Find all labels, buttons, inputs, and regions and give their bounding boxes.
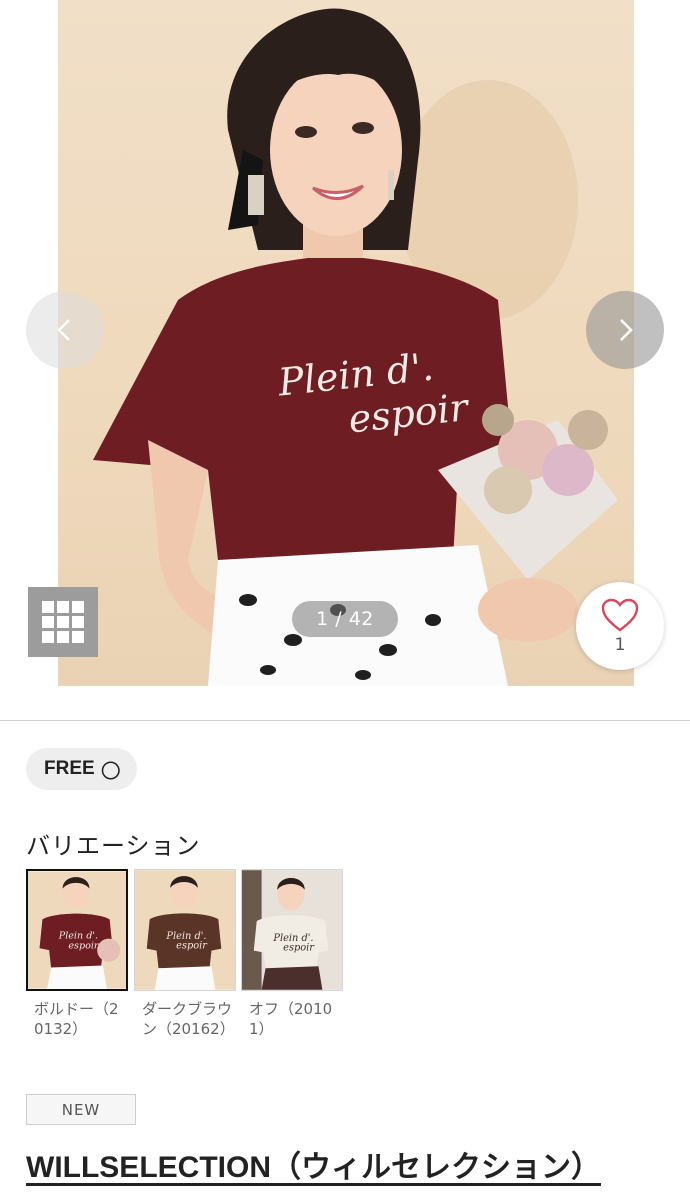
heart-icon [601,598,639,632]
size-option-chip[interactable]: FREE 〇 [26,748,137,790]
favorite-button[interactable]: 1 [576,582,664,670]
favorite-count: 1 [614,635,626,655]
variation-thumbnail: Plein d'. espoir [241,869,343,991]
grid-icon [42,601,84,643]
next-image-button[interactable] [586,291,664,369]
image-grid-button[interactable] [28,587,98,657]
variation-title: バリエーション [26,832,201,860]
variation-item-bordeaux[interactable]: Plein d'. espoir ボルドー（20132） [26,869,128,1039]
new-badge: NEW [26,1094,136,1125]
image-counter: 1 / 42 [292,601,398,637]
svg-text:espoir: espoir [176,941,208,952]
chevron-right-icon [620,319,633,341]
product-image-gallery: Plein d'. espoir 1 / 42 1 [0,0,690,686]
product-photo[interactable]: Plein d'. espoir [58,0,634,686]
variation-thumbnail: Plein d'. espoir [134,869,236,991]
variation-label: オフ（20101） [249,1000,333,1038]
variation-label: ボルドー（20132） [34,1000,119,1038]
model-illustration [93,8,618,686]
variation-thumb-image: Plein d'. espoir [28,871,126,989]
stock-status-mark: 〇 [100,760,121,783]
variation-list: Plein d'. espoir ボルドー（20132） Plein d'. e… [26,869,356,1069]
brand-link[interactable]: WILLSELECTION（ウィルセレクション） [26,1142,601,1186]
variation-thumb-image: Plein d'. espoir [242,870,342,990]
previous-image-button[interactable] [26,291,104,369]
svg-text:espoir: espoir [68,940,100,951]
svg-text:espoir: espoir [283,943,315,954]
section-divider [0,720,690,721]
size-label: FREE [44,758,95,779]
variation-thumb-image: Plein d'. espoir [135,870,235,990]
chevron-left-icon [57,319,70,341]
variation-label: ダークブラウン（20162） [142,1000,235,1038]
variation-item-off-white[interactable]: Plein d'. espoir オフ（20101） [241,869,343,1039]
variation-thumbnail: Plein d'. espoir [26,869,128,991]
variation-item-dark-brown[interactable]: Plein d'. espoir ダークブラウン（20162） [134,869,236,1039]
